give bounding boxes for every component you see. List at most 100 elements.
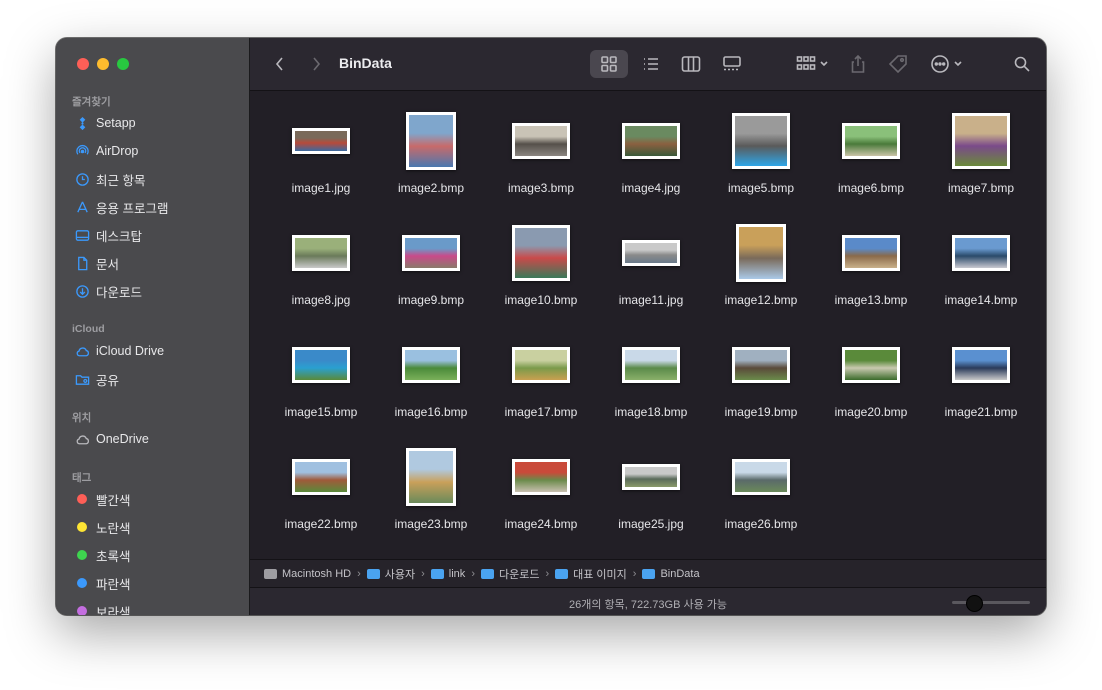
cloud-icon [74, 431, 90, 447]
file-item[interactable]: image19.bmp [706, 329, 816, 429]
file-item[interactable]: image1.jpg [266, 105, 376, 205]
group-by-button[interactable] [792, 50, 832, 78]
sidebar-item-label: 공유 [96, 373, 120, 388]
icon-size-slider[interactable] [952, 595, 1030, 612]
chevron-right-icon: › [632, 567, 637, 580]
file-name: image18.bmp [614, 405, 688, 419]
file-item[interactable]: image3.bmp [486, 105, 596, 205]
sidebar-item-label: 초록색 [96, 549, 131, 564]
sidebar-item-setapp[interactable]: Setapp [74, 113, 136, 133]
file-item[interactable]: image24.bmp [486, 441, 596, 541]
image-thumbnail [842, 235, 900, 271]
sidebar-tag-item[interactable]: 빨간색 [74, 489, 131, 509]
share-button[interactable] [846, 50, 870, 78]
sidebar-item-label: 데스크탑 [96, 229, 143, 244]
path-segment[interactable]: link [430, 567, 466, 580]
path-segment-label: 대표 이미지 [573, 568, 627, 581]
image-thumbnail [292, 235, 350, 271]
file-item[interactable]: image5.bmp [706, 105, 816, 205]
file-item[interactable]: image21.bmp [926, 329, 1036, 429]
sidebar-item-documents[interactable]: 문서 [74, 253, 119, 273]
chevron-down-icon [953, 61, 962, 67]
close-button[interactable] [77, 58, 89, 70]
file-item[interactable]: image16.bmp [376, 329, 486, 429]
window-title: BinData [339, 55, 392, 71]
file-name: image7.bmp [947, 181, 1015, 195]
path-segment[interactable]: 사용자 [366, 566, 416, 582]
tag-button[interactable] [886, 50, 910, 78]
file-item[interactable]: image25.jpg [596, 441, 706, 541]
tag-color-dot-icon [77, 494, 87, 504]
path-segment-label: link [448, 567, 466, 580]
image-thumbnail [292, 347, 350, 383]
back-button[interactable] [270, 50, 290, 78]
cloud-icon [74, 343, 90, 359]
sidebar-item-desktop[interactable]: 데스크탑 [74, 225, 142, 245]
sidebar: 즐겨찾기 Setapp AirDrop 최근 항목 응용 프로그램 데스크탑 문… [56, 38, 250, 615]
sidebar-tag-item[interactable]: 파란색 [74, 573, 131, 593]
thumbnail-container [486, 441, 596, 513]
sidebar-item-shared[interactable]: 공유 [74, 369, 119, 389]
file-item[interactable]: image8.jpg [266, 217, 376, 317]
sidebar-tag-item[interactable]: 초록색 [74, 545, 131, 565]
file-item[interactable]: image12.bmp [706, 217, 816, 317]
thumbnail-container [376, 105, 486, 177]
file-item[interactable]: image20.bmp [816, 329, 926, 429]
zoom-button[interactable] [117, 58, 129, 70]
folder-icon [480, 568, 494, 579]
sidebar-item-label: 다운로드 [96, 285, 143, 300]
sidebar-item-label: 문서 [96, 257, 120, 272]
file-item[interactable]: image23.bmp [376, 441, 486, 541]
file-item[interactable]: image17.bmp [486, 329, 596, 429]
file-name: image5.bmp [727, 181, 795, 195]
minimize-button[interactable] [97, 58, 109, 70]
folder-icon [366, 568, 380, 579]
file-item[interactable]: image13.bmp [816, 217, 926, 317]
file-item[interactable]: image22.bmp [266, 441, 376, 541]
file-item[interactable]: image26.bmp [706, 441, 816, 541]
image-thumbnail [952, 347, 1010, 383]
gallery-view-button[interactable] [713, 50, 751, 78]
share-icon [851, 54, 865, 73]
sidebar-item-icloud-drive[interactable]: iCloud Drive [74, 341, 164, 361]
more-actions-button[interactable] [926, 50, 966, 78]
chevron-right-icon [313, 57, 321, 71]
file-item[interactable]: image15.bmp [266, 329, 376, 429]
file-item[interactable]: image11.jpg [596, 217, 706, 317]
thumbnail-container [266, 217, 376, 289]
file-item[interactable]: image7.bmp [926, 105, 1036, 205]
thumbnail-container [376, 329, 486, 401]
slider-knob[interactable] [965, 595, 983, 612]
sidebar-item-airdrop[interactable]: AirDrop [74, 141, 138, 161]
status-bar: 26개의 항목, 722.73GB 사용 가능 [250, 587, 1046, 615]
path-segment[interactable]: Macintosh HD [264, 568, 351, 580]
path-segment[interactable]: 대표 이미지 [555, 566, 627, 582]
file-item[interactable]: image4.jpg [596, 105, 706, 205]
file-item[interactable]: image9.bmp [376, 217, 486, 317]
sidebar-tag-item[interactable]: 보라색 [74, 601, 131, 615]
sidebar-tag-item[interactable]: 노란색 [74, 517, 131, 537]
tag-color-dot-icon [77, 550, 87, 560]
sidebar-item-recents[interactable]: 최근 항목 [74, 169, 145, 189]
path-segment[interactable]: 다운로드 [480, 566, 539, 582]
folder-icon [430, 568, 444, 579]
path-segment-label: 사용자 [384, 568, 416, 581]
image-thumbnail [622, 123, 680, 159]
list-view-button[interactable] [632, 50, 670, 78]
file-item[interactable]: image10.bmp [486, 217, 596, 317]
sidebar-item-onedrive[interactable]: OneDrive [74, 429, 149, 449]
sidebar-item-downloads[interactable]: 다운로드 [74, 281, 142, 301]
sidebar-item-applications[interactable]: 응용 프로그램 [74, 197, 168, 217]
file-item[interactable]: image2.bmp [376, 105, 486, 205]
column-view-button[interactable] [672, 50, 710, 78]
search-button[interactable] [1010, 50, 1034, 78]
file-item[interactable]: image18.bmp [596, 329, 706, 429]
file-item[interactable]: image6.bmp [816, 105, 926, 205]
file-name: image13.bmp [834, 293, 908, 307]
file-item[interactable]: image14.bmp [926, 217, 1036, 317]
hard-drive-icon [264, 568, 277, 579]
icon-view-button[interactable] [590, 50, 628, 78]
thumbnail-container [926, 105, 1036, 177]
forward-button[interactable] [306, 50, 326, 78]
path-segment[interactable]: BinData [642, 568, 700, 580]
